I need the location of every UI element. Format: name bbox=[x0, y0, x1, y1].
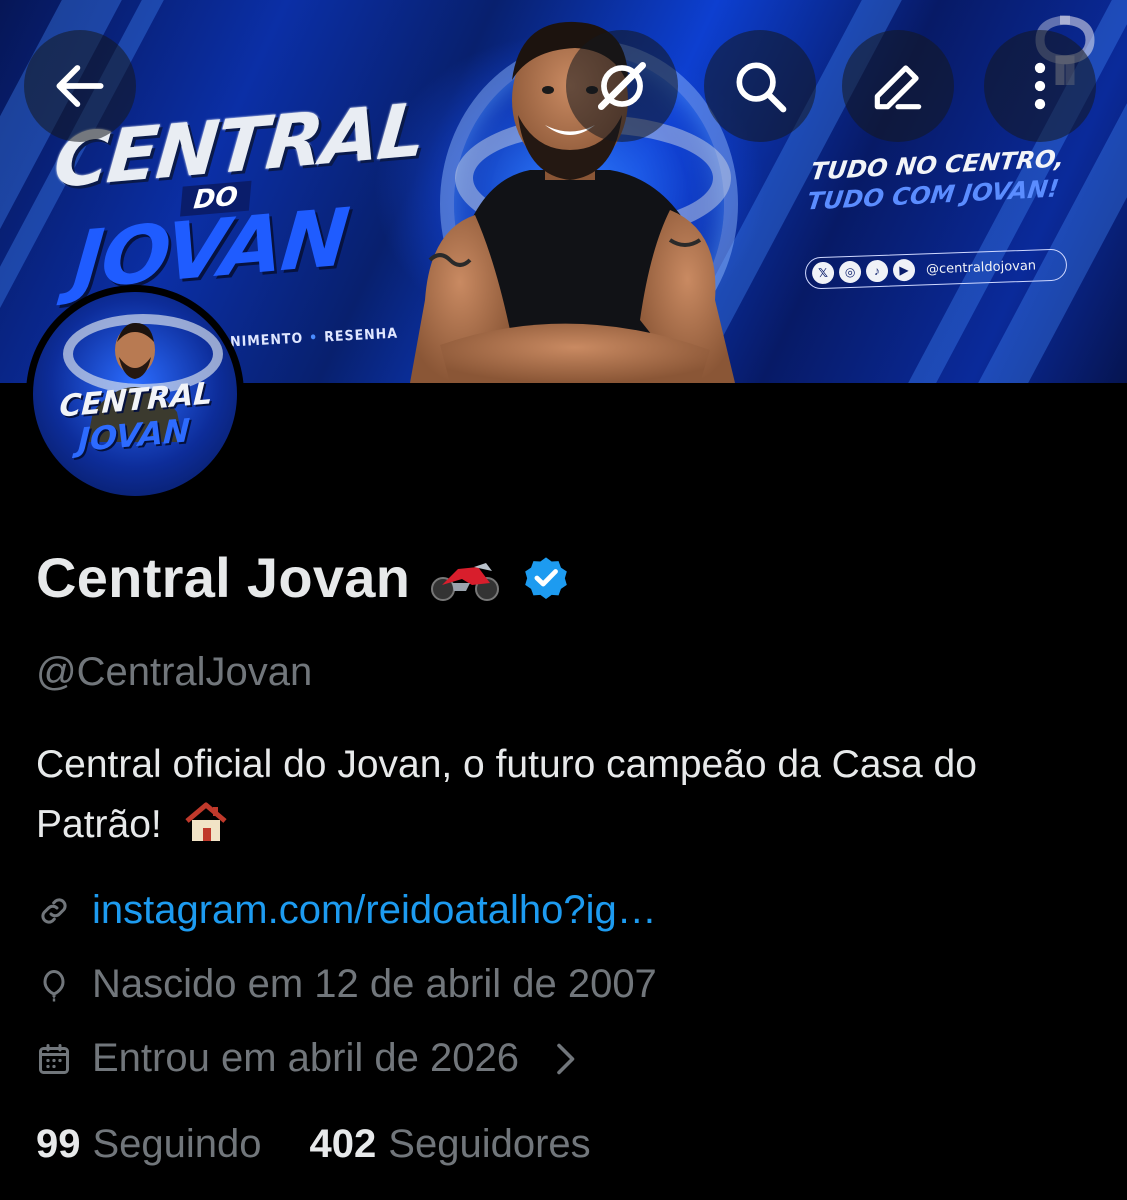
profile-display-name: Central Jovan bbox=[36, 546, 411, 609]
chevron-right-icon bbox=[557, 1043, 575, 1074]
arrow-left-icon bbox=[56, 65, 104, 107]
avatar-image: CENTRAL JOVAN bbox=[33, 292, 237, 496]
profile-website-row[interactable]: instagram.com/reidoatalho?ig… bbox=[36, 888, 657, 933]
banner-subtitle-b: RESENHA bbox=[323, 325, 399, 346]
followers-count: 402 bbox=[309, 1122, 377, 1166]
banner-social-pill: 𝕏 ◎ ♪ ▶ @centraldojovan bbox=[804, 248, 1068, 290]
profile-follow-stats: 99 Seguindo 402 Seguidores bbox=[36, 1122, 591, 1167]
profile-birth-date: Nascido em 12 de abril de 2007 bbox=[92, 962, 657, 1006]
edit-button[interactable] bbox=[842, 30, 954, 142]
profile-bio-text: Central oficial do Jovan, o futuro campe… bbox=[36, 743, 977, 846]
banner-person-photo bbox=[410, 21, 735, 383]
search-icon bbox=[736, 62, 787, 113]
verified-badge-icon[interactable] bbox=[520, 552, 572, 604]
more-button[interactable] bbox=[984, 30, 1096, 142]
profile-birth-row: Nascido em 12 de abril de 2007 bbox=[36, 962, 657, 1007]
profile-joined-row[interactable]: Entrou em abril de 2026 bbox=[36, 1036, 603, 1081]
youtube-icon: ▶ bbox=[892, 258, 916, 282]
profile-name-row: Central Jovan bbox=[36, 545, 572, 610]
profile-website-link[interactable]: instagram.com/reidoatalho?ig… bbox=[92, 888, 657, 933]
balloon-icon bbox=[43, 969, 65, 1001]
motorcycle-icon bbox=[431, 562, 500, 601]
followers-link[interactable]: 402 Seguidores bbox=[310, 1122, 591, 1167]
grok-button[interactable] bbox=[566, 30, 678, 142]
search-button[interactable] bbox=[704, 30, 816, 142]
tiktok-icon: ♪ bbox=[865, 259, 889, 283]
banner-subtitle-a: NIMENTO bbox=[229, 330, 304, 351]
following-link[interactable]: 99 Seguindo bbox=[36, 1122, 262, 1167]
following-label: Seguindo bbox=[92, 1122, 262, 1166]
followers-label: Seguidores bbox=[388, 1122, 591, 1166]
link-icon bbox=[41, 897, 67, 924]
instagram-icon: ◎ bbox=[838, 260, 862, 284]
edit-icon bbox=[874, 65, 922, 110]
banner-subtitle: NIMENTO • RESENHA bbox=[229, 325, 399, 351]
calendar-icon bbox=[39, 1043, 69, 1074]
profile-joined-date: Entrou em abril de 2026 bbox=[92, 1036, 519, 1080]
house-icon bbox=[184, 802, 227, 841]
banner-social-handle: @centraldojovan bbox=[925, 258, 1037, 277]
grok-icon bbox=[597, 61, 647, 111]
profile-handle: @CentralJovan bbox=[36, 650, 313, 694]
banner-title-bottom: JOVAN bbox=[69, 190, 352, 308]
following-count: 99 bbox=[36, 1122, 81, 1166]
back-button[interactable] bbox=[24, 30, 136, 142]
profile-avatar[interactable]: CENTRAL JOVAN bbox=[26, 285, 244, 503]
profile-bio: Central oficial do Jovan, o futuro campe… bbox=[36, 735, 1096, 855]
x-icon: 𝕏 bbox=[811, 261, 835, 285]
more-vertical-icon bbox=[1034, 62, 1046, 110]
